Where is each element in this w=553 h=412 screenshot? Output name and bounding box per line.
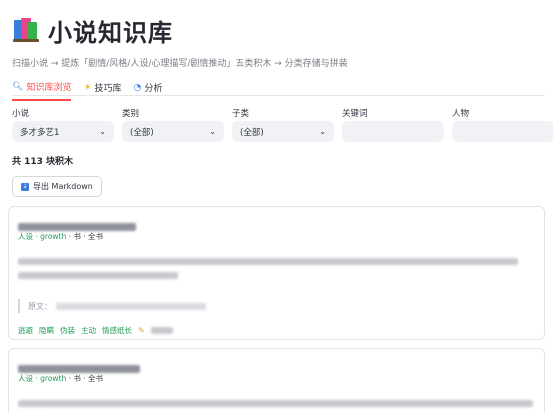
tag-item: 主动	[81, 326, 96, 335]
filter-keyword: 关键词	[342, 107, 444, 142]
tag-item: 逃避	[18, 326, 33, 335]
card-meta: 人设 · growth · 书 · 全书	[18, 231, 103, 242]
novel-select[interactable]: 多才多艺1 ⌄	[12, 121, 114, 142]
card-title-redacted	[18, 358, 140, 373]
export-label: 导出 Markdown	[33, 182, 93, 191]
tab-divider	[12, 95, 545, 96]
filter-label: 关键词	[342, 109, 368, 119]
tag-item: 隐瞒	[39, 326, 54, 335]
chevron-down-icon: ⌄	[319, 127, 326, 136]
card-title-redacted	[18, 216, 136, 231]
tag-item: 情感纸长	[102, 326, 132, 335]
filter-label: 类别	[122, 109, 140, 119]
card-meta: 人设 · growth · 书 · 全书	[18, 373, 103, 384]
lightbulb-icon: ☀	[83, 82, 92, 93]
card-body-redacted	[18, 265, 178, 279]
tab-analysis[interactable]: ◔ 分析	[134, 80, 163, 101]
card-quote: 原文：	[18, 299, 206, 313]
tab-label: 知识库浏览	[26, 83, 72, 93]
filter-label: 子类	[232, 109, 250, 119]
filter-subcategory: 子类 (全部) ⌄	[232, 107, 334, 142]
card-source: · 书 · 全书	[66, 232, 104, 241]
result-count: 共 113 块积木	[12, 157, 74, 167]
quote-prefix: 原文：	[28, 301, 52, 311]
card-body-redacted	[18, 251, 518, 265]
filter-row: 小说 多才多艺1 ⌄ 类别 (全部) ⌄ 子类 (全部) ⌄ 关键词 人物	[12, 107, 553, 142]
chevron-down-icon: ⌄	[99, 127, 106, 136]
card-tag: 人设 · growth	[18, 232, 67, 241]
export-markdown-button[interactable]: ↓ 导出 Markdown	[12, 176, 102, 197]
tab-label: 分析	[144, 84, 163, 94]
subcategory-select[interactable]: (全部) ⌄	[232, 121, 334, 142]
search-icon: 🔍︎	[12, 81, 24, 92]
keyword-input[interactable]	[342, 121, 444, 142]
books-logo-icon	[12, 16, 40, 44]
tab-label: 技巧库	[94, 84, 122, 94]
filter-label: 小说	[12, 109, 30, 119]
card-body-redacted	[18, 393, 533, 407]
filter-category: 类别 (全部) ⌄	[122, 107, 224, 142]
card-tag: 人设 · growth	[18, 374, 67, 383]
tab-knowledge-browse[interactable]: 🔍︎ 知识库浏览	[12, 80, 72, 101]
character-input[interactable]	[452, 121, 553, 142]
category-select[interactable]: (全部) ⌄	[122, 121, 224, 142]
select-value: (全部)	[130, 127, 154, 138]
page-subtitle: 扫描小说 → 提炼「剧情/风格/人设/心理描写/剧情推动」五类积木 → 分类存储…	[12, 59, 348, 69]
card-source: · 书 · 全书	[66, 374, 104, 383]
download-icon: ↓	[21, 182, 29, 191]
tag-item: 伪装	[60, 326, 75, 335]
app-header: 小说知识库	[12, 12, 173, 48]
block-card: 人设 · growth · 书 · 全书 原文： 逃避 隐瞒 伪装 主动 情感纸…	[8, 206, 545, 340]
page-title: 小说知识库	[48, 18, 173, 47]
card-tags: 逃避 隐瞒 伪装 主动 情感纸长 ✎	[18, 325, 173, 336]
chevron-down-icon: ⌄	[209, 127, 216, 136]
tab-bar: 🔍︎ 知识库浏览 ☀ 技巧库 ◔ 分析	[12, 80, 162, 101]
filter-label: 人物	[452, 109, 470, 119]
block-card: 人设 · growth · 书 · 全书	[8, 348, 545, 412]
pencil-icon: ✎	[138, 326, 145, 335]
tab-techniques[interactable]: ☀ 技巧库	[83, 80, 121, 101]
select-value: (全部)	[240, 127, 264, 138]
chart-icon: ◔	[133, 82, 142, 93]
filter-novel: 小说 多才多艺1 ⌄	[12, 107, 114, 142]
card-body-redacted	[18, 407, 48, 412]
select-value: 多才多艺1	[20, 127, 60, 138]
filter-character: 人物	[452, 107, 553, 142]
